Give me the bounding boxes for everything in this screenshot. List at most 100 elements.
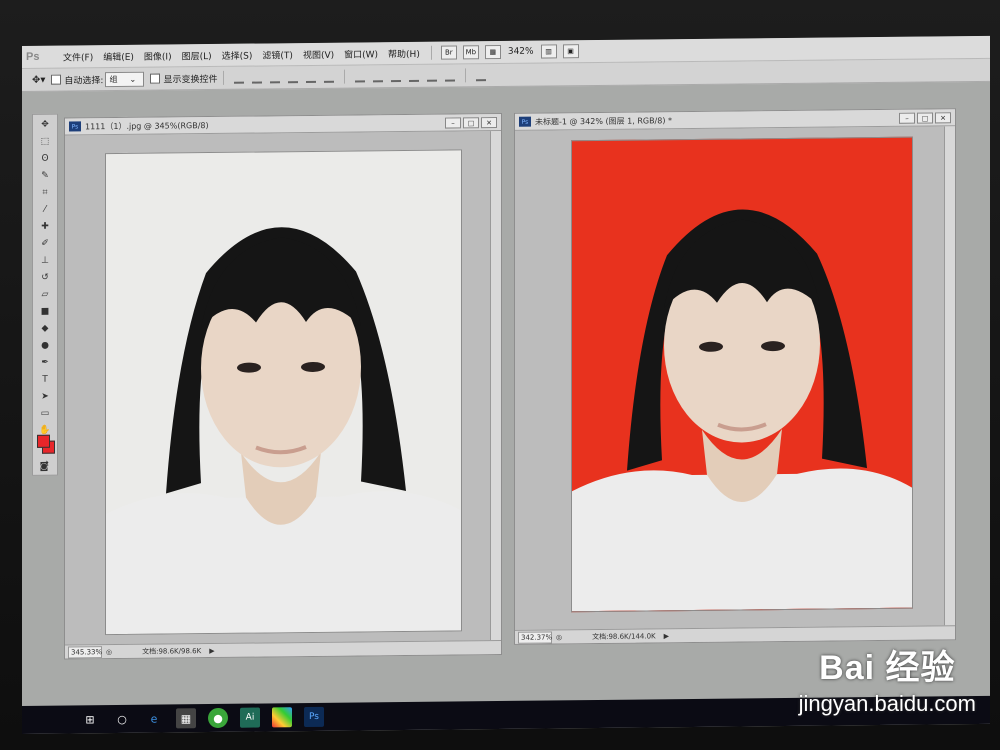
maximize-icon[interactable]: □: [917, 112, 933, 124]
distribute-right-icon[interactable]: [445, 69, 456, 82]
menu-image[interactable]: 图像(I): [139, 49, 177, 62]
baidu-jingyan-watermark: Bai 经验 jingyan.baidu.com: [799, 640, 976, 717]
document-2-zoom-field[interactable]: 342.37%: [518, 630, 553, 644]
document-1-zoom: 345.33%: [71, 647, 103, 656]
maximize-icon[interactable]: □: [463, 117, 479, 129]
zoom-level[interactable]: 342%: [504, 47, 538, 57]
healing-brush-tool-icon[interactable]: ✚: [36, 220, 54, 234]
options-separator-2: [344, 69, 346, 84]
toolbox: ✥ ⬚ ʘ ✎ ⌗ ⁄ ✚ ✐ ⊥ ↺ ▱ ■ ◆ ● ✒ T ➤ ▭ ✋ ⌕ …: [32, 113, 58, 476]
edge-icon[interactable]: e: [144, 709, 164, 729]
windows-start-icon[interactable]: ⊞: [80, 709, 100, 729]
status-menu-arrow-icon[interactable]: ▶: [664, 632, 669, 640]
menu-filter[interactable]: 滤镜(T): [257, 48, 298, 61]
monitor-frame: Ps 文件(F) 编辑(E) 图像(I) 图层(L) 选择(S) 滤镜(T) 视…: [0, 0, 1000, 750]
menu-file[interactable]: 文件(F): [58, 50, 98, 63]
document-2-zoom: 342.37%: [521, 632, 553, 642]
document-2-canvas[interactable]: [515, 126, 945, 630]
move-tool-icon[interactable]: ✥▾: [32, 74, 45, 85]
gradient-tool-icon[interactable]: ■: [36, 305, 54, 319]
document-2-size: 文档:98.6K/144.0K: [592, 631, 656, 641]
align-hcenter-icon[interactable]: [306, 70, 317, 84]
document-1-controls: – □ ✕: [443, 117, 497, 129]
lasso-tool-icon[interactable]: ʘ: [36, 152, 54, 166]
quick-select-tool-icon[interactable]: ✎: [36, 169, 54, 183]
auto-select-label: 自动选择:: [64, 75, 104, 87]
menu-separator: [430, 45, 432, 60]
info-icon[interactable]: ◎: [556, 633, 562, 641]
dodge-tool-icon[interactable]: ●: [36, 339, 54, 353]
menu-help[interactable]: 帮助(H): [383, 46, 425, 59]
eyedropper-tool-icon[interactable]: ⁄: [36, 203, 54, 217]
close-icon[interactable]: ✕: [935, 112, 951, 124]
menu-select[interactable]: 选择(S): [217, 48, 258, 61]
bridge-icon[interactable]: Br: [440, 45, 457, 60]
auto-select-dropdown[interactable]: 组 ⌄: [105, 71, 145, 87]
history-brush-tool-icon[interactable]: ↺: [36, 271, 54, 285]
marquee-tool-icon[interactable]: ⬚: [36, 135, 54, 149]
shape-tool-icon[interactable]: ▭: [36, 407, 54, 421]
document-window-1: Ps 1111（1）.jpg @ 345%(RGB/8) – □ ✕ 345.3…: [64, 112, 502, 660]
document-window-2: Ps 未标题-1 @ 342% (图层 1, RGB/8) * – □ ✕ 34…: [514, 108, 956, 645]
document-2-controls: – □ ✕: [897, 112, 951, 124]
quick-mask-icon[interactable]: ◙: [35, 460, 53, 474]
menu-layer[interactable]: 图层(L): [177, 48, 217, 62]
close-icon[interactable]: ✕: [481, 117, 497, 129]
document-2-title: 未标题-1 @ 342% (图层 1, RGB/8) *: [535, 115, 673, 127]
align-left-icon[interactable]: [288, 71, 299, 84]
photoshop-icon[interactable]: Ps: [304, 706, 324, 728]
screen-mode-icon[interactable]: ▣: [562, 44, 579, 59]
align-top-icon[interactable]: [234, 71, 245, 84]
distribute-bottom-icon[interactable]: [391, 70, 402, 83]
crop-tool-icon[interactable]: ⌗: [36, 186, 54, 200]
document-2-scrollbar[interactable]: [944, 126, 955, 626]
document-1-canvas[interactable]: [65, 131, 491, 645]
eraser-tool-icon[interactable]: ▱: [36, 288, 54, 302]
align-bottom-icon[interactable]: [270, 71, 281, 84]
portrait-photo-red-bg: [571, 136, 913, 613]
portrait-illustration: [106, 227, 461, 635]
cortana-icon[interactable]: ○: [112, 709, 132, 729]
calculator-icon[interactable]: ▦: [176, 708, 196, 729]
distribute-top-icon[interactable]: [355, 70, 366, 83]
foreground-color-swatch[interactable]: [37, 434, 50, 448]
align-vcenter-icon[interactable]: [252, 71, 263, 84]
status-menu-arrow-icon[interactable]: ▶: [209, 646, 214, 654]
distribute-hcenter-icon[interactable]: [427, 69, 438, 82]
type-tool-icon[interactable]: T: [36, 373, 54, 387]
show-transform-checkbox[interactable]: [150, 73, 161, 84]
info-icon[interactable]: ◎: [106, 648, 112, 656]
portrait-photo-white-bg: [105, 149, 462, 636]
arrange-documents-icon[interactable]: ▥: [540, 44, 557, 59]
options-separator: [223, 70, 225, 85]
minibridge-icon[interactable]: Mb: [462, 45, 479, 60]
auto-select-value: 组: [109, 74, 118, 84]
brush-tool-icon[interactable]: ✐: [36, 237, 54, 251]
distribute-vcenter-icon[interactable]: [373, 70, 384, 83]
menu-view[interactable]: 视图(V): [298, 47, 339, 60]
app-ai-icon[interactable]: Ai: [240, 707, 260, 728]
app-colorful-icon[interactable]: [272, 707, 292, 728]
ps-doc-icon: Ps: [69, 121, 81, 132]
document-1-scrollbar[interactable]: [490, 130, 501, 641]
menu-window[interactable]: 窗口(W): [339, 47, 383, 60]
portrait-illustration: [572, 209, 912, 612]
view-extras-icon[interactable]: ▦: [484, 44, 501, 60]
align-right-icon[interactable]: [324, 70, 335, 83]
minimize-icon[interactable]: –: [899, 112, 915, 124]
blur-tool-icon[interactable]: ◆: [36, 322, 54, 336]
clone-stamp-tool-icon[interactable]: ⊥: [36, 254, 54, 268]
move-tool-icon[interactable]: ✥: [36, 118, 54, 132]
distribute-left-icon[interactable]: [409, 69, 420, 82]
document-1-zoom-field[interactable]: 345.33%: [68, 645, 103, 659]
auto-align-icon[interactable]: [476, 69, 487, 82]
minimize-icon[interactable]: –: [445, 117, 461, 129]
menu-edit[interactable]: 编辑(E): [98, 49, 139, 62]
ps-logo: Ps: [26, 50, 40, 63]
pen-tool-icon[interactable]: ✒: [36, 356, 54, 370]
path-select-tool-icon[interactable]: ➤: [36, 390, 54, 404]
app-green-icon[interactable]: ●: [208, 707, 228, 729]
show-transform-label: 显示变换控件: [163, 74, 218, 86]
document-1-title: 1111（1）.jpg @ 345%(RGB/8): [85, 120, 209, 131]
auto-select-checkbox[interactable]: [51, 74, 62, 85]
